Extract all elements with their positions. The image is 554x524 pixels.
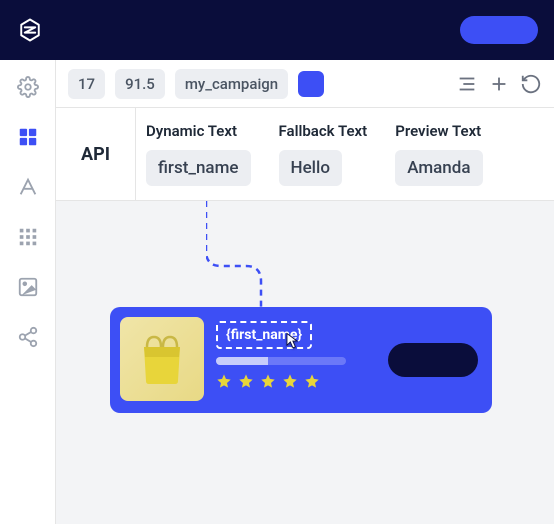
top-bar <box>0 0 554 60</box>
app-logo <box>16 16 44 44</box>
sidebar <box>0 60 56 524</box>
api-row: API Dynamic Text first_name Fallback Tex… <box>56 108 554 201</box>
text-icon[interactable] <box>17 176 39 198</box>
color-swatch[interactable] <box>298 71 324 97</box>
canvas[interactable]: {first_name} <box>56 201 554 524</box>
chip-campaign[interactable]: my_campaign <box>175 69 288 99</box>
align-icon[interactable] <box>456 73 478 95</box>
column-value-chip[interactable]: first_name <box>146 150 251 186</box>
api-column-fallback: Fallback Text Hello <box>279 122 368 186</box>
card-action-button[interactable] <box>388 343 478 377</box>
star-icon <box>304 373 320 389</box>
cursor-icon <box>282 331 302 351</box>
column-value-chip[interactable]: Hello <box>279 150 342 186</box>
preview-card[interactable]: {first_name} <box>110 307 492 413</box>
column-header: Fallback Text <box>279 122 368 140</box>
gear-icon[interactable] <box>17 76 39 98</box>
api-column-dynamic: Dynamic Text first_name <box>146 122 251 186</box>
column-value-chip[interactable]: Amanda <box>395 150 482 186</box>
refresh-icon[interactable] <box>520 73 542 95</box>
dashboard-icon[interactable] <box>17 126 39 148</box>
star-icon <box>282 373 298 389</box>
share-icon[interactable] <box>17 326 39 348</box>
chip-number[interactable]: 91.5 <box>115 69 165 99</box>
grid-icon[interactable] <box>17 226 39 248</box>
image-icon[interactable] <box>17 276 39 298</box>
top-action-button[interactable] <box>460 16 538 44</box>
product-image <box>120 317 204 401</box>
progress-bar <box>216 357 346 365</box>
star-icon <box>238 373 254 389</box>
star-rating <box>216 373 376 389</box>
chip-number[interactable]: 17 <box>68 69 105 99</box>
api-label: API <box>56 108 136 200</box>
column-header: Preview Text <box>395 122 482 140</box>
dynamic-field-slot[interactable]: {first_name} <box>216 321 312 349</box>
star-icon <box>260 373 276 389</box>
plus-icon[interactable] <box>488 73 510 95</box>
star-icon <box>216 373 232 389</box>
toolbar: 17 91.5 my_campaign <box>56 60 554 108</box>
column-header: Dynamic Text <box>146 122 251 140</box>
api-column-preview: Preview Text Amanda <box>395 122 482 186</box>
